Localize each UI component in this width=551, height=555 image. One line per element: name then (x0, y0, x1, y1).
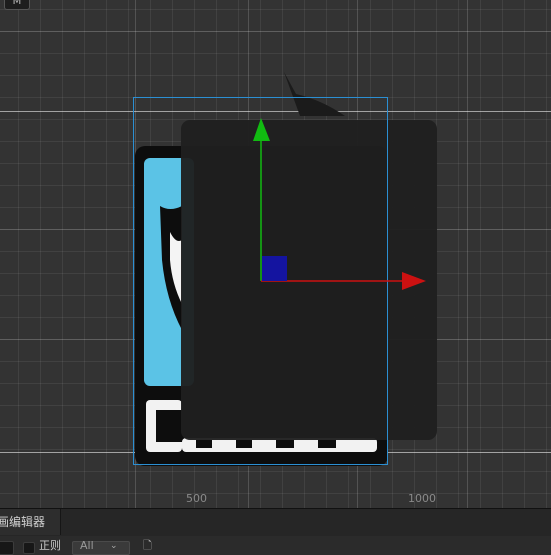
bottom-panel: 画编辑器 正则 All ⌄ 🗋 (0, 508, 551, 555)
regex-label: 正则 (39, 539, 61, 552)
tab-animation-editor[interactable]: 画编辑器 (0, 509, 61, 535)
gizmo-center-handle (262, 256, 287, 281)
regex-checkbox[interactable] (23, 542, 35, 554)
toolbar-button[interactable] (0, 541, 14, 555)
animation-toolbar: 正则 All ⌄ 🗋 (0, 536, 551, 555)
ruler-label-500: 500 (186, 492, 207, 505)
tab-label: 画编辑器 (0, 515, 46, 529)
move-gizmo[interactable] (0, 0, 551, 508)
chevron-down-icon: ⌄ (110, 541, 118, 551)
file-icon[interactable]: 🗋 (143, 539, 152, 553)
scene-view[interactable]: M 500 1000 (0, 0, 551, 508)
gizmo-y-arrow-icon (253, 118, 270, 141)
filter-select-value: All (80, 539, 94, 552)
ruler-label-1000: 1000 (408, 492, 436, 505)
gizmo-x-arrow-icon (402, 272, 426, 290)
